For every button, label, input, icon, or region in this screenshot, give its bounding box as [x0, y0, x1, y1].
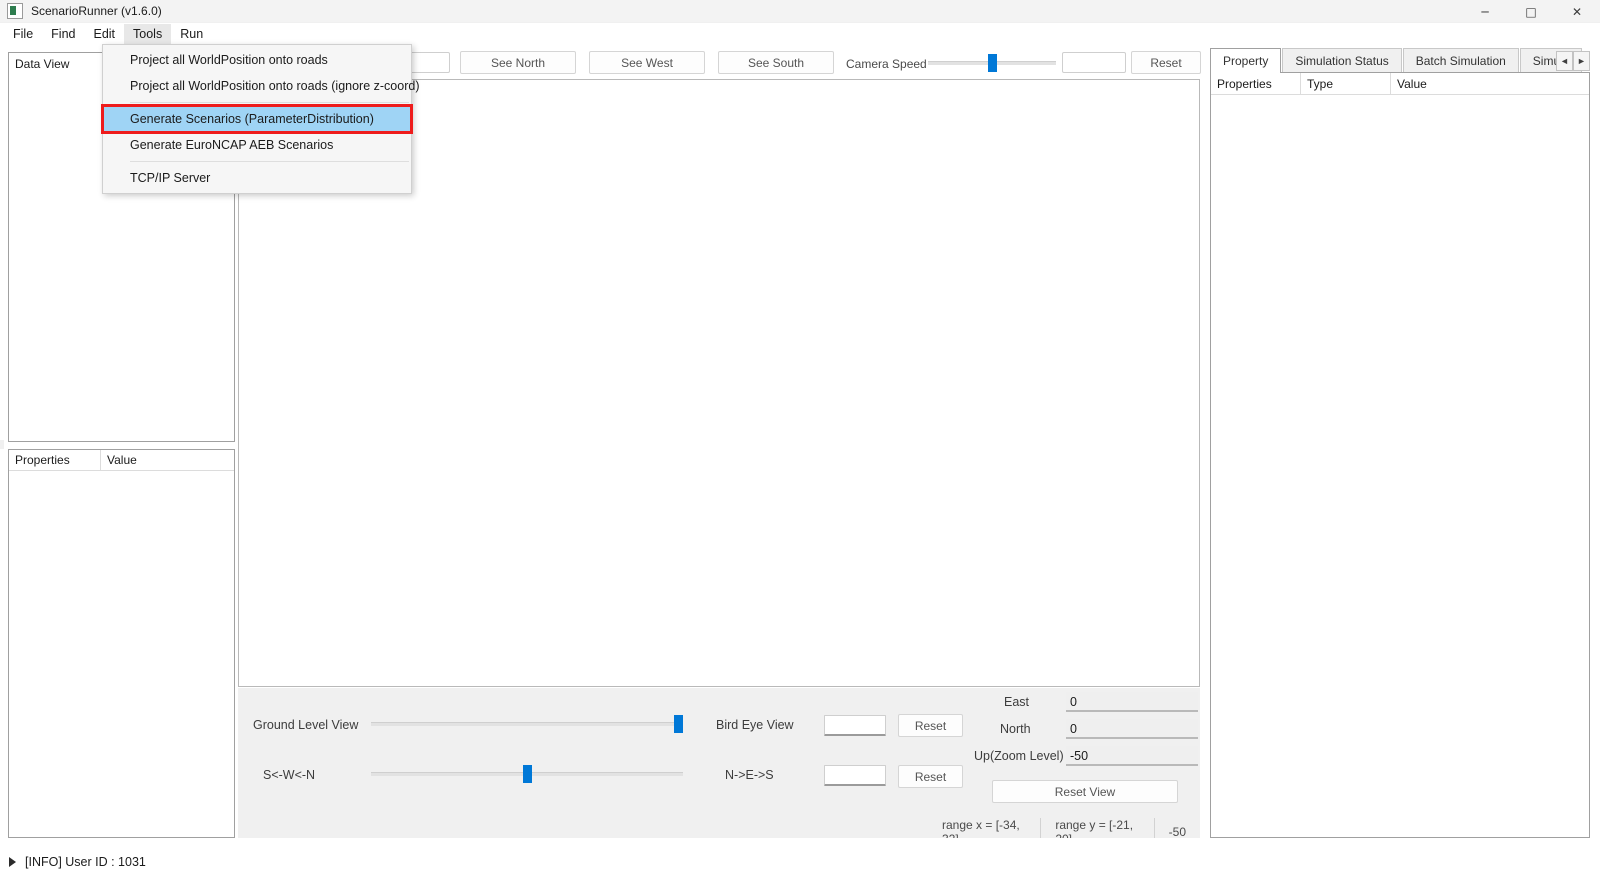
- column-header-value[interactable]: Value: [101, 450, 234, 470]
- bird-eye-view-input[interactable]: [824, 715, 886, 736]
- column-header-value[interactable]: Value: [1391, 73, 1589, 94]
- up-zoom-level-input[interactable]: -50: [1066, 746, 1198, 766]
- column-header-properties[interactable]: Properties: [9, 450, 101, 470]
- menu-option-generate-scenarios[interactable]: Generate Scenarios (ParameterDistributio…: [103, 106, 411, 132]
- east-label: East: [1004, 695, 1029, 709]
- menu-item-tools[interactable]: Tools: [124, 24, 171, 45]
- slider-track: [371, 722, 683, 726]
- nes-row-label: N->E->S: [725, 768, 774, 782]
- column-header-type[interactable]: Type: [1301, 73, 1391, 94]
- camera-speed-value-input[interactable]: [1062, 52, 1126, 73]
- ground-level-view-label: Ground Level View: [253, 718, 358, 732]
- slider-thumb[interactable]: [674, 715, 683, 733]
- camera-speed-reset-button[interactable]: Reset: [1131, 51, 1201, 74]
- tools-dropdown-menu: Project all WorldPosition onto roads Pro…: [102, 44, 412, 194]
- property-table-header: Properties Type Value: [1211, 73, 1589, 95]
- status-bar: [INFO] User ID : 1031: [0, 838, 1600, 886]
- chevron-left-icon[interactable]: ◄: [1556, 51, 1573, 71]
- menu-separator: [130, 102, 409, 103]
- compass-slider-label: S<-W<-N: [263, 768, 315, 782]
- tab-batch-simulation[interactable]: Batch Simulation: [1403, 48, 1519, 72]
- tab-property[interactable]: Property: [1210, 48, 1281, 73]
- menu-option-generate-euroncap-aeb[interactable]: Generate EuroNCAP AEB Scenarios: [103, 132, 411, 158]
- menu-option-project-worldposition[interactable]: Project all WorldPosition onto roads: [103, 47, 411, 73]
- bird-eye-view-reset-button[interactable]: Reset: [898, 714, 963, 737]
- menu-separator: [130, 161, 409, 162]
- title-bar: ScenarioRunner (v1.6.0) ─ □ ✕: [0, 0, 1600, 23]
- right-panel: Property Simulation Status Batch Simulat…: [1210, 48, 1590, 838]
- left-properties-header: Properties Value: [9, 450, 234, 471]
- north-label: North: [1000, 722, 1031, 736]
- expand-triangle-icon[interactable]: [9, 857, 16, 867]
- bird-eye-view-label: Bird Eye View: [716, 718, 794, 732]
- nes-row-input[interactable]: [824, 765, 886, 786]
- ground-level-view-slider[interactable]: [371, 715, 683, 733]
- tab-scroll-arrows: ◄ ►: [1556, 51, 1590, 71]
- tab-simulation-status[interactable]: Simulation Status: [1282, 48, 1401, 72]
- north-input[interactable]: 0: [1066, 719, 1198, 739]
- menu-item-edit[interactable]: Edit: [84, 24, 124, 45]
- compass-slider[interactable]: [371, 765, 683, 783]
- app-window: ScenarioRunner (v1.6.0) ─ □ ✕ File Find …: [0, 0, 1600, 886]
- menu-option-project-worldposition-ignore-z[interactable]: Project all WorldPosition onto roads (ig…: [103, 73, 411, 99]
- close-icon[interactable]: ✕: [1554, 0, 1600, 23]
- zoom-level-value: -50: [1155, 825, 1200, 839]
- menu-item-find[interactable]: Find: [42, 24, 84, 45]
- see-west-button[interactable]: See West: [589, 51, 705, 74]
- menu-option-tcpip-server[interactable]: TCP/IP Server: [103, 165, 411, 191]
- reset-view-button[interactable]: Reset View: [992, 780, 1178, 803]
- minimize-icon[interactable]: ─: [1462, 0, 1508, 23]
- camera-speed-slider[interactable]: [928, 54, 1056, 72]
- see-north-button[interactable]: See North: [460, 51, 576, 74]
- window-title: ScenarioRunner (v1.6.0): [31, 0, 162, 23]
- nes-row-reset-button[interactable]: Reset: [898, 765, 963, 788]
- app-icon: [7, 3, 23, 19]
- see-south-button[interactable]: See South: [718, 51, 834, 74]
- panel-splitter[interactable]: [0, 440, 4, 449]
- view-controls-bar: Ground Level View S<-W<-N Bird Eye View …: [238, 688, 1200, 847]
- data-view-title: Data View: [9, 53, 69, 74]
- menu-bar: File Find Edit Tools Run: [0, 23, 1600, 46]
- east-input[interactable]: 0: [1066, 692, 1198, 712]
- property-table[interactable]: Properties Type Value: [1210, 73, 1590, 838]
- chevron-right-icon[interactable]: ►: [1573, 51, 1590, 71]
- slider-thumb[interactable]: [523, 765, 532, 783]
- left-properties-panel[interactable]: Properties Value: [8, 449, 235, 838]
- slider-thumb[interactable]: [988, 54, 997, 72]
- window-controls: ─ □ ✕: [1462, 0, 1600, 23]
- menu-item-run[interactable]: Run: [171, 24, 212, 45]
- camera-speed-label: Camera Speed: [846, 57, 927, 71]
- up-zoom-level-label: Up(Zoom Level): [974, 749, 1064, 763]
- maximize-icon[interactable]: □: [1508, 0, 1554, 23]
- right-panel-tabstrip: Property Simulation Status Batch Simulat…: [1210, 48, 1590, 73]
- menu-item-file[interactable]: File: [4, 24, 42, 45]
- column-header-properties[interactable]: Properties: [1211, 73, 1301, 94]
- status-message: [INFO] User ID : 1031: [25, 855, 146, 869]
